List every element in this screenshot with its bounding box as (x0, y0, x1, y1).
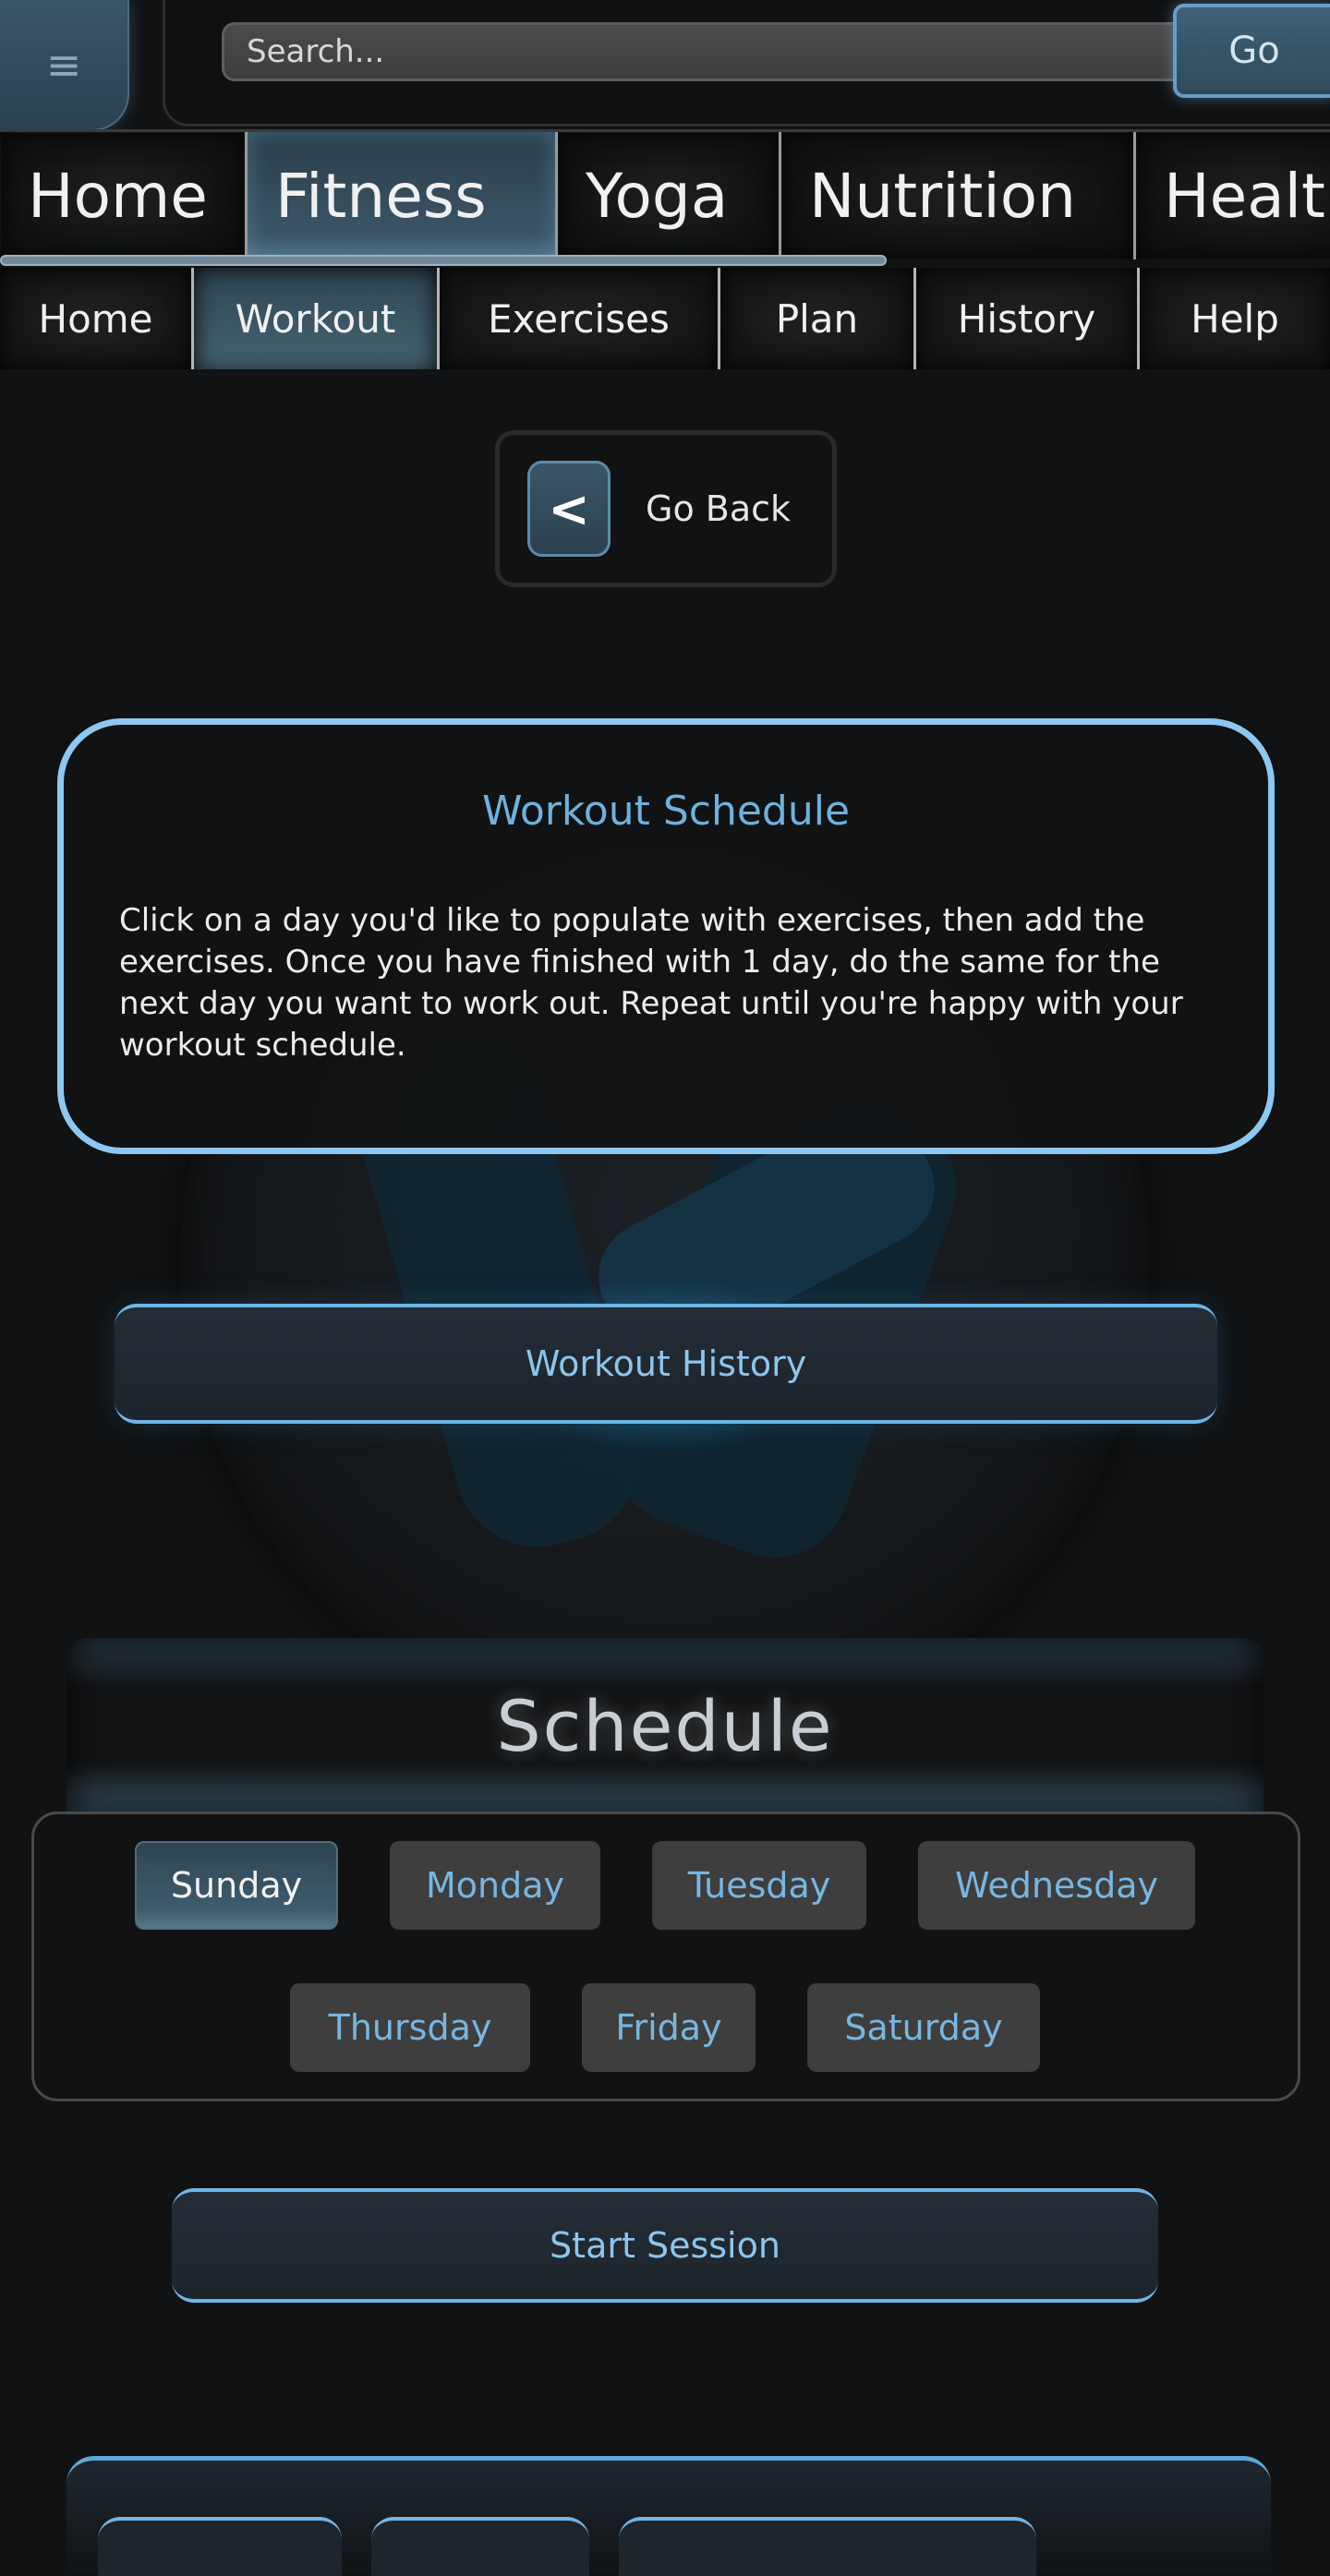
card-description: Click on a day you'd like to populate wi… (119, 902, 1183, 1064)
day-wednesday[interactable]: Wednesday (918, 1841, 1195, 1930)
hamburger-icon: ≡ (45, 40, 82, 90)
sub-nav: Home Workout Exercises Plan History Help (0, 268, 1330, 369)
sub-nav-history[interactable]: History (916, 268, 1140, 369)
bottom-panel-tab[interactable] (371, 2517, 589, 2576)
workout-history-button[interactable]: Workout History (115, 1304, 1217, 1424)
sub-nav-home[interactable]: Home (0, 268, 194, 369)
main-nav-fitness[interactable]: Fitness (248, 132, 558, 259)
main-nav-home[interactable]: Home (0, 132, 248, 259)
day-monday[interactable]: Monday (390, 1841, 600, 1930)
sub-nav-plan[interactable]: Plan (720, 268, 916, 369)
go-back-button[interactable]: < Go Back (495, 430, 837, 587)
main-nav-nutrition[interactable]: Nutrition (781, 132, 1136, 259)
main-nav-yoga[interactable]: Yoga (558, 132, 781, 259)
back-arrow-icon: < (527, 461, 611, 557)
sub-nav-exercises[interactable]: Exercises (440, 268, 720, 369)
day-friday[interactable]: Friday (582, 1983, 756, 2072)
card-title: Workout Schedule (481, 788, 851, 835)
bottom-panel-tab[interactable] (619, 2517, 1036, 2576)
sub-nav-help[interactable]: Help (1140, 268, 1330, 369)
menu-button[interactable]: ≡ (0, 0, 129, 131)
search-input[interactable] (222, 22, 1182, 81)
day-sunday[interactable]: Sunday (135, 1841, 338, 1930)
main-nav: Home Fitness Yoga Nutrition Healt (0, 129, 1330, 261)
schedule-header: Schedule (66, 1638, 1264, 1813)
day-saturday[interactable]: Saturday (807, 1983, 1040, 2072)
day-thursday[interactable]: Thursday (290, 1983, 530, 2072)
sub-nav-workout[interactable]: Workout (194, 268, 440, 369)
main-nav-scrollbar[interactable] (0, 255, 887, 266)
schedule-title: Schedule (496, 1684, 834, 1767)
bottom-panel-tab[interactable] (98, 2517, 342, 2576)
workout-schedule-card: Workout Schedule Click on a day you'd li… (57, 718, 1275, 1154)
main-nav-health[interactable]: Healt (1136, 132, 1330, 259)
go-back-label: Go Back (646, 488, 792, 529)
search-go-button[interactable]: Go (1173, 4, 1330, 98)
start-session-button[interactable]: Start Session (172, 2188, 1158, 2303)
day-tuesday[interactable]: Tuesday (652, 1841, 866, 1930)
